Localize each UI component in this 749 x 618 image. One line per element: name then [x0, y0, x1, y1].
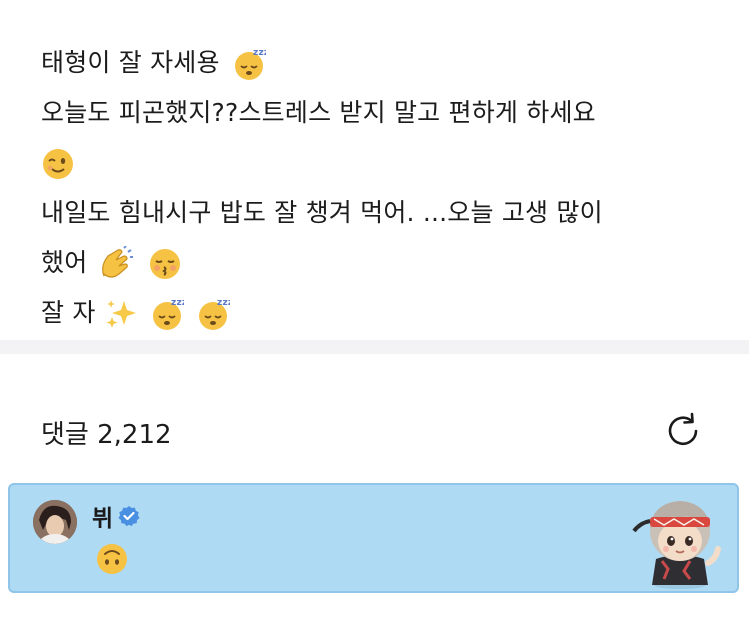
post-line-6: 잘 자 zzz zzz: [41, 288, 721, 338]
highlighted-comment[interactable]: 뷔: [8, 483, 739, 593]
post-content: 태형이 잘 자세용 zzz 오늘도 피곤했지??스트레스 받지 말고 편하게 하…: [0, 0, 749, 340]
sleeping-face-emoji-icon: zzz: [234, 48, 266, 80]
sparkles-emoji-icon: [106, 300, 136, 328]
post-line-2: 오늘도 피곤했지??스트레스 받지 말고 편하게 하세요: [41, 88, 721, 138]
post-line-text: 내일도 힘내시구 밥도 잘 챙겨 먹어. ...오늘 고생 많이: [41, 198, 603, 227]
svg-text:zzz: zzz: [217, 298, 230, 308]
refresh-button[interactable]: [662, 410, 704, 452]
kissing-face-emoji-icon: [149, 249, 180, 279]
comments-header: 댓글 2,212: [0, 354, 749, 482]
profile-photo-icon: [33, 500, 77, 544]
author-avatar[interactable]: [33, 500, 77, 544]
upside-down-face-emoji-icon: [97, 544, 127, 574]
post-line-text: 잘 자: [41, 298, 96, 327]
section-divider: [0, 340, 749, 354]
sleeping-face-emoji-icon: zzz: [199, 298, 230, 330]
winking-face-emoji-icon: [43, 149, 73, 179]
verified-badge-icon: [118, 506, 140, 527]
post-line-text: 오늘도 피곤했지??스트레스 받지 말고 편하게 하세요: [41, 98, 596, 127]
post-line-4: 내일도 힘내시구 밥도 잘 챙겨 먹어. ...오늘 고생 많이: [41, 188, 721, 238]
post-line-1: 태형이 잘 자세용 zzz: [41, 38, 721, 88]
sleeping-face-emoji-icon: zzz: [152, 298, 184, 330]
author-name: 뷔: [92, 506, 114, 532]
chibi-character-sticker-icon: [632, 501, 721, 589]
svg-text:zzz: zzz: [171, 298, 184, 308]
post-line-text: 태형이 잘 자세용: [41, 48, 220, 77]
post-text: 태형이 잘 자세용 zzz 오늘도 피곤했지??스트레스 받지 말고 편하게 하…: [41, 38, 721, 338]
post-line-3: [41, 138, 721, 188]
comments-count-title: 댓글 2,212: [41, 420, 172, 450]
chibi-character-sticker: [630, 489, 730, 591]
comment-body: [94, 541, 130, 577]
comment-author[interactable]: 뷔: [92, 503, 140, 532]
refresh-icon: [668, 412, 698, 446]
clapping-hands-emoji-icon: [101, 246, 133, 278]
post-line-5: 했어: [41, 238, 721, 288]
post-line-text: 했어: [41, 248, 88, 277]
svg-text:zzz: zzz: [253, 48, 266, 58]
